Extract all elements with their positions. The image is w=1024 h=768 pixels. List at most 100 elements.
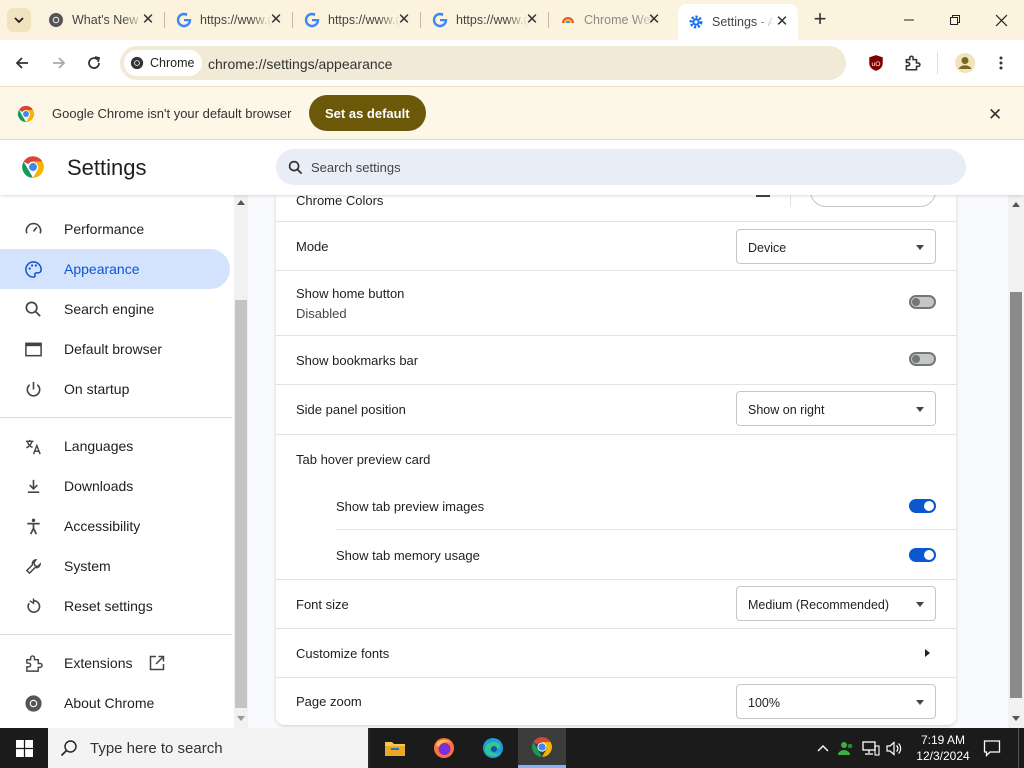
set-as-default-button[interactable]: Set as default bbox=[309, 95, 426, 131]
tab-divider bbox=[420, 12, 421, 28]
home-button-row[interactable]: Show home button Disabled bbox=[276, 271, 956, 335]
tab-google-3[interactable]: https://www.google.com ✕ bbox=[432, 6, 540, 34]
tab-google-2[interactable]: https://www.google.com ✕ bbox=[304, 6, 412, 34]
reload-button[interactable] bbox=[81, 50, 107, 76]
sidebar-item-system[interactable]: System bbox=[0, 546, 230, 586]
sidebar-item-on-startup[interactable]: On startup bbox=[0, 369, 230, 409]
back-button[interactable] bbox=[9, 50, 35, 76]
sidebar-item-appearance[interactable]: Appearance bbox=[0, 249, 230, 289]
mode-select[interactable]: Device bbox=[736, 229, 936, 264]
customize-fonts-row[interactable]: Customize fonts bbox=[276, 629, 956, 677]
tab-preview-images-toggle[interactable] bbox=[909, 499, 936, 513]
tray-people-icon-button[interactable] bbox=[836, 728, 856, 768]
side-panel-row: Side panel position Show on right bbox=[276, 385, 956, 434]
tab-search-button[interactable] bbox=[7, 8, 31, 32]
arrow-right-icon bbox=[925, 649, 930, 657]
scroll-down-arrow-icon[interactable] bbox=[237, 716, 245, 721]
font-size-select[interactable]: Medium (Recommended) bbox=[736, 586, 936, 621]
show-hidden-icons-button[interactable] bbox=[814, 728, 832, 768]
minimize-button[interactable] bbox=[886, 0, 932, 40]
tab-whats-new[interactable]: What's New ✕ bbox=[48, 6, 156, 34]
close-tab-icon[interactable]: ✕ bbox=[646, 12, 662, 28]
toggle-knob bbox=[924, 550, 934, 560]
side-panel-label: Side panel position bbox=[296, 402, 406, 417]
svg-text:uO: uO bbox=[871, 61, 880, 68]
sidebar-scrollbar-thumb[interactable] bbox=[235, 300, 247, 708]
taskbar-clock[interactable]: 7:19 AM 12/3/2024 bbox=[912, 732, 974, 764]
translate-icon bbox=[25, 439, 41, 455]
bookmarks-bar-row[interactable]: Show bookmarks bar bbox=[276, 336, 956, 384]
close-tab-icon[interactable]: ✕ bbox=[774, 14, 790, 30]
show-desktop-button[interactable] bbox=[1018, 728, 1024, 768]
tab-memory-toggle[interactable] bbox=[909, 548, 936, 562]
close-tab-icon[interactable]: ✕ bbox=[524, 12, 540, 28]
tab-google-1[interactable]: https://www.google.com ✕ bbox=[176, 6, 284, 34]
scroll-up-arrow-icon[interactable] bbox=[237, 200, 245, 205]
dropdown-caret-icon bbox=[916, 245, 924, 250]
sidebar-divider bbox=[0, 417, 232, 418]
sidebar-item-about-chrome[interactable]: About Chrome bbox=[0, 683, 230, 723]
tab-memory-label: Show tab memory usage bbox=[336, 548, 480, 563]
new-tab-button[interactable]: + bbox=[808, 8, 832, 32]
volume-button[interactable] bbox=[884, 728, 906, 768]
sidebar-item-label: Downloads bbox=[64, 478, 134, 494]
home-button-toggle[interactable] bbox=[909, 295, 936, 309]
action-center-button[interactable] bbox=[978, 728, 1006, 768]
sidebar-item-downloads[interactable]: Downloads bbox=[0, 466, 230, 506]
tab-title: https://www.google.com bbox=[456, 13, 528, 27]
main-scrollbar-thumb[interactable] bbox=[1010, 292, 1022, 698]
url-text[interactable]: chrome://settings/appearance bbox=[208, 56, 392, 72]
taskbar-chrome[interactable] bbox=[518, 728, 566, 768]
sidebar-item-reset-settings[interactable]: Reset settings bbox=[0, 586, 230, 626]
sidebar-item-search-engine[interactable]: Search engine bbox=[0, 289, 230, 329]
side-panel-value: Show on right bbox=[748, 403, 825, 417]
close-icon[interactable]: ✕ bbox=[988, 105, 1002, 125]
taskbar-firefox[interactable] bbox=[420, 728, 468, 768]
chrome-colors-row[interactable]: Chrome Colors bbox=[276, 195, 956, 221]
tab-hover-label: Tab hover preview card bbox=[296, 452, 431, 467]
network-button[interactable] bbox=[860, 728, 882, 768]
menu-button[interactable] bbox=[988, 50, 1014, 76]
sidebar-item-performance[interactable]: Performance bbox=[0, 209, 230, 249]
people-icon bbox=[838, 742, 853, 755]
extensions-button[interactable] bbox=[899, 50, 925, 76]
clipped-nav-item bbox=[30, 195, 190, 197]
tab-preview-images-row[interactable]: Show tab preview images bbox=[276, 481, 956, 529]
scroll-up-arrow-icon[interactable] bbox=[1012, 202, 1020, 207]
tab-memory-row[interactable]: Show tab memory usage bbox=[276, 530, 956, 578]
side-panel-select[interactable]: Show on right bbox=[736, 391, 936, 426]
tab-chrome-web-store[interactable]: Chrome Web Store ✕ bbox=[560, 6, 662, 34]
sidebar-item-extensions[interactable]: Extensions bbox=[0, 643, 230, 683]
sidebar-item-default-browser[interactable]: Default browser bbox=[0, 329, 230, 369]
close-tab-icon[interactable]: ✕ bbox=[396, 12, 412, 28]
chrome-colors-button[interactable] bbox=[810, 195, 936, 207]
ublock-extension-button[interactable]: uO bbox=[863, 50, 889, 76]
bookmarks-bar-toggle[interactable] bbox=[909, 352, 936, 366]
toolbar-divider bbox=[937, 52, 938, 74]
restore-button[interactable] bbox=[932, 0, 978, 40]
forward-arrow-icon bbox=[53, 57, 66, 69]
page-zoom-select[interactable]: 100% bbox=[736, 684, 936, 719]
close-tab-icon[interactable]: ✕ bbox=[268, 12, 284, 28]
taskbar-edge[interactable] bbox=[469, 728, 517, 768]
folder-icon bbox=[385, 742, 405, 756]
taskbar-file-explorer[interactable] bbox=[371, 728, 419, 768]
site-info-chip[interactable]: Chrome bbox=[124, 50, 203, 76]
search-icon bbox=[25, 301, 41, 317]
close-window-button[interactable] bbox=[978, 0, 1024, 40]
start-button[interactable] bbox=[0, 728, 48, 768]
scroll-down-arrow-icon[interactable] bbox=[1012, 716, 1020, 721]
restore-icon bbox=[950, 15, 960, 25]
close-tab-icon[interactable]: ✕ bbox=[140, 12, 156, 28]
sidebar-item-accessibility[interactable]: Accessibility bbox=[0, 506, 230, 546]
tab-settings[interactable]: Settings - Appearance ✕ bbox=[678, 4, 798, 40]
taskbar-search-input[interactable]: Type here to search bbox=[48, 728, 368, 768]
mode-row: Mode Device bbox=[276, 222, 956, 270]
page-zoom-label: Page zoom bbox=[296, 694, 362, 709]
forward-button[interactable] bbox=[46, 50, 72, 76]
profile-button[interactable] bbox=[952, 50, 978, 76]
settings-search-input[interactable]: Search settings bbox=[276, 149, 966, 185]
settings-header: Settings Search settings bbox=[0, 140, 1024, 195]
google-g-icon bbox=[432, 12, 448, 28]
sidebar-item-languages[interactable]: Languages bbox=[0, 426, 230, 466]
